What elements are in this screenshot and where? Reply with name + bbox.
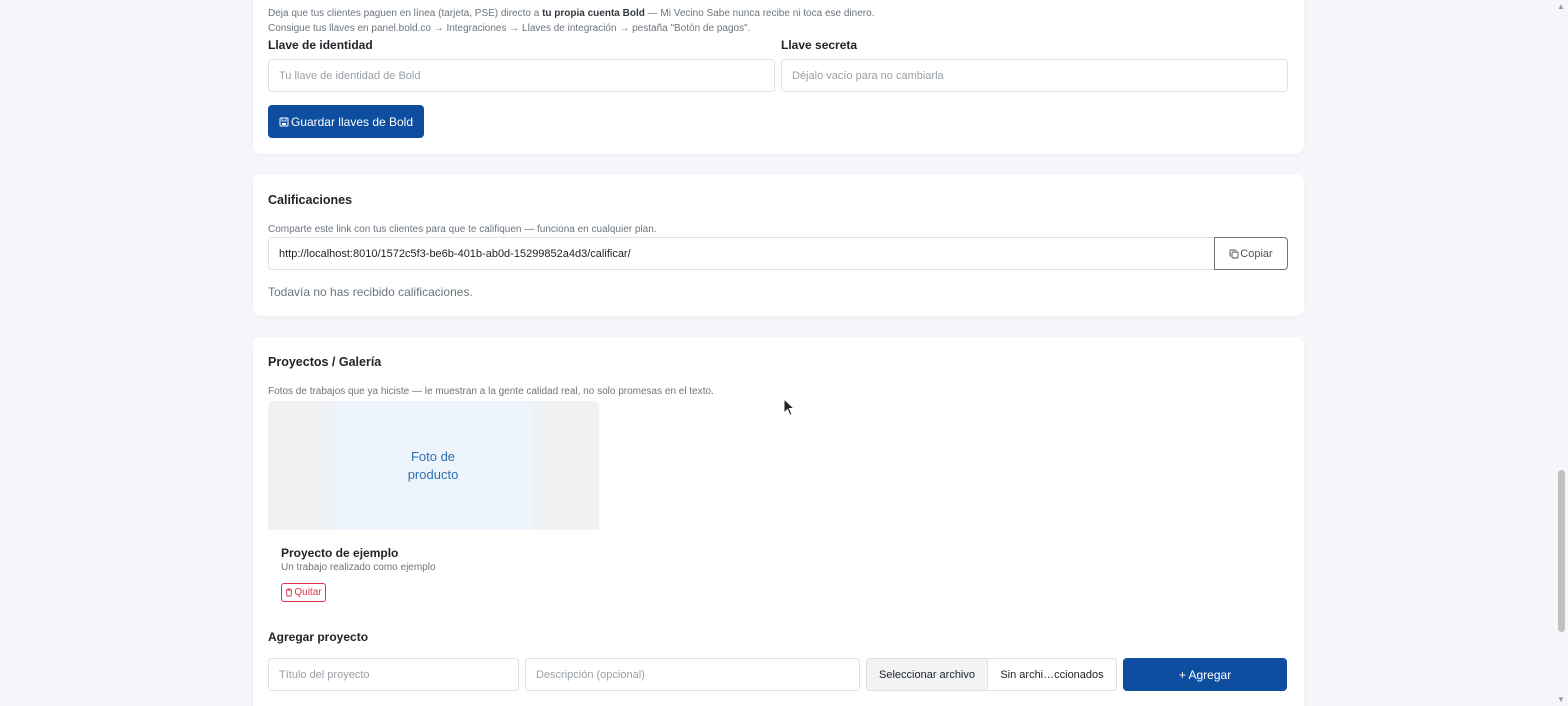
- identity-label: Llave de identidad: [268, 38, 373, 52]
- projects-description: Fotos de trabajos que ya hiciste — le mu…: [268, 386, 714, 397]
- bold-description: Deja que tus clientes paguen en línea (t…: [268, 8, 875, 19]
- add-project-title: Agregar proyecto: [268, 630, 369, 644]
- copy-icon: [1229, 249, 1239, 259]
- bold-card: Deja que tus clientes paguen en línea (t…: [253, 0, 1304, 154]
- secret-label: Llave secreta: [781, 38, 858, 52]
- select-file-button[interactable]: Seleccionar archivo: [867, 659, 988, 690]
- bold-instructions: Consigue tus llaves en panel.bold.co → I…: [268, 23, 751, 34]
- product-photo-placeholder: Foto de producto: [334, 401, 532, 530]
- projects-card: Proyectos / Galería Fotos de trabajos qu…: [253, 337, 1304, 706]
- scrollbar-thumb[interactable]: [1558, 470, 1565, 632]
- ratings-title: Calificaciones: [268, 193, 353, 207]
- mouse-cursor: [783, 397, 796, 422]
- remove-project-button[interactable]: Quitar: [281, 583, 326, 602]
- trash-icon: [285, 588, 293, 597]
- page-scrollbar[interactable]: ▲ ▼: [1554, 0, 1568, 706]
- ratings-empty-message: Todavía no has recibido calificaciones.: [268, 285, 473, 299]
- file-input[interactable]: Seleccionar archivo Sin archi…ccionados: [866, 658, 1117, 691]
- add-project-button[interactable]: + Agregar: [1123, 658, 1287, 691]
- ratings-description: Comparte este link con tus clientes para…: [268, 224, 657, 235]
- copy-link-button[interactable]: Copiar: [1214, 237, 1288, 270]
- projects-title: Proyectos / Galería: [268, 355, 382, 369]
- project-description-input[interactable]: Descripción (opcional): [525, 658, 860, 691]
- file-status: Sin archi…ccionados: [1000, 668, 1104, 681]
- identity-key-input[interactable]: Tu llave de identidad de Bold: [268, 59, 775, 92]
- rating-link-field[interactable]: http://localhost:8010/1572c5f3-be6b-401b…: [268, 237, 1215, 270]
- project-title-input[interactable]: Título del proyecto: [268, 658, 519, 691]
- project-name: Proyecto de ejemplo: [281, 546, 399, 560]
- save-bold-keys-button[interactable]: Guardar llaves de Bold: [268, 105, 424, 138]
- project-card: Foto de producto Proyecto de ejemplo Un …: [268, 401, 599, 606]
- project-photo: Foto de producto: [268, 401, 599, 530]
- save-icon: [279, 117, 289, 127]
- secret-key-input[interactable]: Déjalo vacío para no cambiarla: [781, 59, 1288, 92]
- scroll-up-arrow-icon[interactable]: ▲: [1557, 2, 1565, 11]
- project-description: Un trabajo realizado como ejemplo: [281, 562, 436, 573]
- ratings-card: Calificaciones Comparte este link con tu…: [253, 174, 1304, 316]
- scroll-down-arrow-icon[interactable]: ▼: [1557, 695, 1565, 704]
